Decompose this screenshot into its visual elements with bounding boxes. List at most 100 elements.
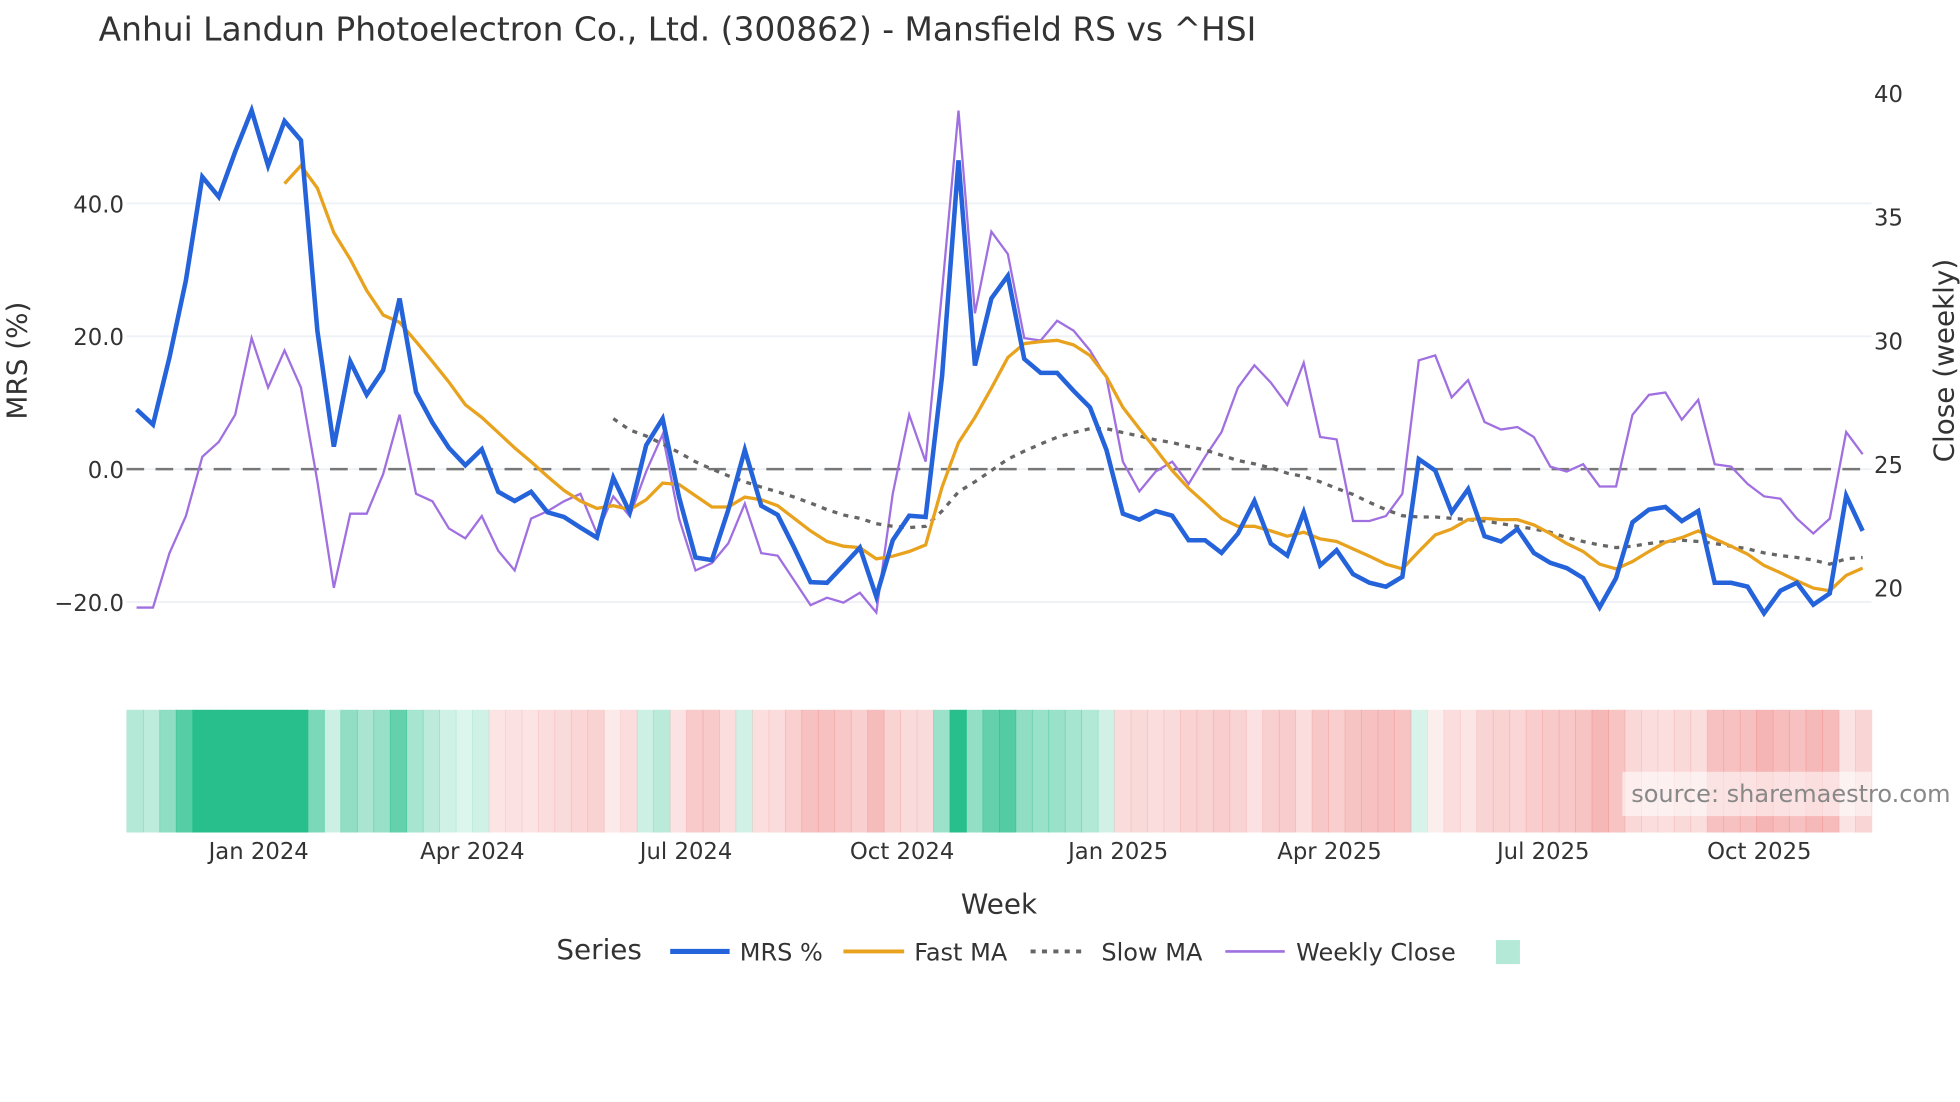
legend-item-weekly-close[interactable]: Weekly Close: [1225, 938, 1456, 966]
series-line-fast-ma: [283, 163, 1864, 593]
heatmap-cell: [1459, 709, 1478, 833]
heatmap-cell: [1476, 709, 1494, 833]
gridlines: [126, 202, 1872, 603]
legend-item-mrs[interactable]: MRS %: [670, 938, 823, 966]
heatmap-cell: [1443, 709, 1461, 833]
heatmap-cell: [291, 709, 309, 833]
heatmap-cell: [834, 709, 852, 833]
x-tick-label: Jul 2024: [638, 839, 733, 865]
heatmap-cell: [1015, 709, 1033, 833]
legend-label-mrs: MRS %: [740, 938, 823, 966]
heatmap-cell: [373, 709, 391, 833]
heatmap-cell: [1245, 709, 1264, 833]
heatmap-cell: [1558, 709, 1576, 833]
right-axis-ticks: 20 25 30 35 40: [1874, 82, 1903, 603]
legend-label-weekly-close: Weekly Close: [1296, 938, 1456, 966]
heatmap-cell: [208, 709, 226, 833]
heatmap-cell: [1229, 709, 1247, 833]
heatmap-cell: [653, 709, 671, 833]
heatmap-cell: [620, 709, 638, 833]
heatmap-cell: [867, 709, 885, 833]
y2-tick-label: 20: [1874, 577, 1903, 603]
x-axis-title: Week: [961, 887, 1038, 920]
heatmap-cell: [966, 709, 984, 833]
heatmap-cell: [933, 709, 951, 833]
series-lines: [135, 103, 1865, 618]
mrs-heatmap-band: [126, 709, 1873, 833]
heatmap-cell: [1525, 709, 1543, 833]
heatmap-cell: [570, 709, 589, 833]
heatmap-cell: [1130, 709, 1148, 833]
heatmap-cell: [439, 709, 457, 833]
y2-tick-label: 35: [1874, 206, 1903, 232]
heatmap-cell: [1163, 709, 1181, 833]
heatmap-cell: [603, 709, 622, 833]
heatmap-cell: [192, 709, 210, 833]
legend: Series MRS % Fast MA Slow MA Weekly Clos…: [556, 933, 1520, 966]
heatmap-cell: [389, 709, 408, 833]
heatmap-cell: [307, 709, 325, 833]
heatmap-cell: [587, 709, 605, 833]
x-tick-label: Jan 2024: [207, 839, 309, 865]
heatmap-cell: [1410, 709, 1428, 833]
legend-title: Series: [556, 933, 642, 966]
heatmap-cell: [998, 709, 1017, 833]
heatmap-cell: [422, 709, 440, 833]
heatmap-cell: [702, 709, 720, 833]
legend-label-slow-ma: Slow MA: [1101, 938, 1203, 966]
heatmap-cell: [1361, 709, 1379, 833]
heatmap-cell: [669, 709, 687, 833]
heatmap-cell: [1328, 709, 1346, 833]
heatmap-cell: [916, 709, 934, 833]
y2-tick-label: 25: [1874, 453, 1903, 479]
heatmap-cell: [324, 709, 342, 833]
legend-swatch-heatmap[interactable]: [1495, 940, 1520, 965]
chart-title: Anhui Landun Photoelectron Co., Ltd. (30…: [99, 9, 1257, 48]
heatmap-cell: [274, 709, 292, 833]
legend-item-fast-ma[interactable]: Fast MA: [843, 938, 1008, 966]
source-note: source: sharemaestro.com: [1631, 780, 1950, 808]
heatmap-cell: [1147, 709, 1165, 833]
heatmap-cell: [488, 709, 506, 833]
heatmap-cell: [1196, 709, 1214, 833]
heatmap-cell: [768, 709, 786, 833]
heatmap-cell: [900, 709, 918, 833]
heatmap-cell: [505, 709, 523, 833]
heatmap-cell: [1114, 709, 1132, 833]
heatmap-cell: [1048, 709, 1066, 833]
heatmap-cell: [1295, 709, 1313, 833]
heatmap-cell: [521, 709, 539, 833]
mrs-chart: Anhui Landun Photoelectron Co., Ltd. (30…: [1, 9, 1960, 966]
heatmap-cell: [686, 709, 704, 833]
legend-item-slow-ma[interactable]: Slow MA: [1030, 938, 1203, 966]
heatmap-cell: [784, 709, 803, 833]
heatmap-cell: [258, 709, 276, 833]
heatmap-cell: [949, 709, 967, 833]
heatmap-cell: [1180, 709, 1198, 833]
x-tick-label: Apr 2024: [420, 839, 524, 865]
x-tick-label: Jul 2025: [1495, 839, 1590, 865]
heatmap-cell: [142, 709, 161, 833]
heatmap-cell: [801, 709, 819, 833]
heatmap-cell: [1509, 709, 1527, 833]
y2-tick-label: 40: [1874, 82, 1903, 108]
heatmap-cell: [1492, 709, 1511, 833]
heatmap-cell: [719, 709, 737, 833]
y-tick-label: −20.0: [54, 591, 124, 617]
heatmap-cell: [1212, 709, 1231, 833]
heatmap-cell: [126, 709, 144, 833]
heatmap-cell: [472, 709, 490, 833]
heatmap-cell: [1081, 709, 1099, 833]
heatmap-cell: [1344, 709, 1362, 833]
heatmap-cell: [1311, 709, 1329, 833]
heatmap-cell: [735, 709, 753, 833]
heatmap-cell: [1394, 709, 1412, 833]
x-tick-label: Oct 2025: [1707, 839, 1811, 865]
heatmap-cell: [1031, 709, 1050, 833]
heatmap-cell: [356, 709, 375, 833]
heatmap-cell: [554, 709, 572, 833]
heatmap-cell: [752, 709, 770, 833]
y-axis-title: MRS (%): [1, 302, 34, 420]
heatmap-cell: [817, 709, 836, 833]
heatmap-cell: [455, 709, 473, 833]
